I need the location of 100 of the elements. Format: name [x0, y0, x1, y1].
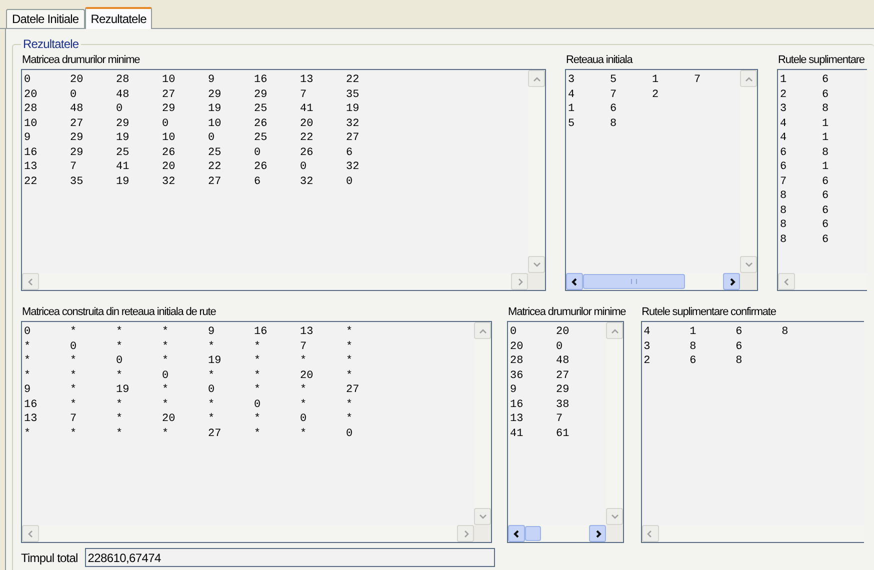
- list-cell-text: 0: [116, 354, 124, 368]
- vertical-scrollbar[interactable]: [528, 70, 545, 273]
- list-cell-text: 1: [652, 73, 660, 88]
- vertical-scrollbar[interactable]: [474, 322, 491, 525]
- list-cell-text: 27: [208, 174, 222, 189]
- list-cell-text: 6: [822, 88, 830, 102]
- list-cell-text: 0: [162, 368, 170, 383]
- list-cell-text: 29: [162, 102, 176, 116]
- list-cell-text: 0: [254, 146, 262, 160]
- list-box[interactable]: 4 1 6 8 3 8 6 2 6 8: [640, 321, 864, 543]
- list-cell-text: 16: [24, 146, 38, 160]
- list-cell-text: *: [300, 426, 308, 441]
- list-label: Matricea drumurilor minime: [508, 305, 626, 319]
- list-cell-text: *: [70, 368, 78, 383]
- list-cell-text: 41: [510, 426, 524, 441]
- list-cell-text: 22: [346, 73, 360, 88]
- list-cell-text: 29: [556, 383, 570, 398]
- list-cell-text: *: [24, 354, 32, 368]
- scroll-up-button[interactable]: [474, 322, 491, 339]
- horizontal-scrollbar[interactable]: [566, 273, 740, 290]
- scroll-down-button[interactable]: [474, 508, 491, 525]
- list-cell-text: 38: [556, 398, 570, 412]
- list-cell-text: *: [254, 426, 262, 441]
- list-cell-text: 4: [644, 325, 652, 340]
- list-cell-text: *: [346, 368, 354, 383]
- total-time-field[interactable]: 228610,67474: [84, 548, 495, 567]
- list-cell-text: 8: [780, 232, 788, 247]
- list-cell-text: 5: [568, 116, 576, 131]
- list-cell-text: *: [254, 383, 262, 398]
- scroll-up-button[interactable]: [740, 70, 757, 87]
- list-cell-text: 0: [346, 426, 354, 441]
- list-cell-text: 29: [116, 116, 130, 131]
- list-cell-text: 41: [300, 102, 314, 116]
- tab[interactable]: Rezultatele: [84, 7, 152, 29]
- scroll-down-button[interactable]: [528, 256, 545, 273]
- list-label: Matricea construita din reteaua initiala de rute: [22, 305, 217, 319]
- list-cell-text: 7: [300, 340, 308, 354]
- scrollbar-corner: [606, 525, 623, 542]
- list-cell-text: 32: [346, 116, 360, 131]
- list-cell-text: 28: [116, 73, 130, 88]
- list-cell-text: 6: [736, 340, 744, 354]
- list-cell-text: 19: [208, 102, 222, 116]
- list-cell-text: 26: [254, 160, 268, 174]
- list-cell-text: 4: [780, 116, 788, 131]
- list-cell-text: 3: [780, 102, 788, 116]
- list-cell-text: 19: [116, 383, 130, 398]
- list-cell-text: 6: [822, 218, 830, 232]
- list-cell-text: 1: [780, 73, 788, 88]
- list-cell-text: 25: [254, 102, 268, 116]
- list-cell-text: 26: [254, 116, 268, 131]
- list-cell-text: *: [300, 383, 308, 398]
- scroll-thumb[interactable]: [525, 526, 541, 541]
- list-cell-text: 4: [568, 88, 576, 102]
- list-cell-text: 0: [162, 116, 170, 131]
- list-cell-text: *: [346, 340, 354, 354]
- list-cell-text: 29: [254, 88, 268, 102]
- list-cell-text: 13: [300, 325, 314, 340]
- list-cell-text: 0: [346, 174, 354, 189]
- list-cell-text: *: [162, 354, 170, 368]
- list-cell-text: 32: [162, 174, 176, 189]
- list-cell-text: *: [208, 340, 216, 354]
- list-cell-text: 25: [254, 131, 268, 146]
- left-arrow-icon: [782, 276, 792, 286]
- list-cell-text: *: [208, 398, 216, 412]
- list-cell-text: 20: [70, 73, 84, 88]
- scroll-right-button[interactable]: [723, 273, 740, 290]
- tab[interactable]: Datele Initiale: [6, 9, 85, 28]
- list-box[interactable]: 0 20 20 0 28 48 36 27 9 29 16 38 13 7 41 61: [507, 321, 624, 543]
- list-cell-text: *: [346, 325, 354, 340]
- list-cell-text: *: [70, 354, 78, 368]
- horizontal-scrollbar[interactable]: [508, 525, 606, 542]
- scroll-thumb[interactable]: [583, 274, 685, 289]
- list-cell-text: 13: [24, 160, 38, 174]
- scroll-left-button[interactable]: [566, 273, 583, 290]
- list-cell-text: *: [346, 412, 354, 426]
- list-cell-text: 20: [510, 340, 524, 354]
- scroll-up-button[interactable]: [606, 322, 623, 339]
- list-cell-text: 48: [70, 102, 84, 116]
- list-cell-text: *: [24, 426, 32, 441]
- list-box[interactable]: 1 6 2 6 3 8 4 1 4 1 6 8 6 1 7 6 8 6 8 6 8 6 8 6: [777, 69, 867, 291]
- list-box[interactable]: 0 20 28 10 9 16 13 22 20 0 48 27 29 29 7 35 28 48 0 29 19 25 41 19 10 27 29 0 10 26 20 32 9 29 19 10 0 25 22 27 16 29 25 26 25 0 26 6 13 7 41 20 22 26 0 32 22 35 19 32 27 6 32 0: [21, 69, 546, 291]
- scroll-left-button[interactable]: [508, 525, 525, 542]
- list-box[interactable]: 3 5 1 7 4 7 2 1 6 5 8: [565, 69, 758, 291]
- list-box[interactable]: 0 * * * 9 16 13 * * 0 * * * * 7 * * * 0 * 19 * * * * * * 0 * * 20 * 9 * 19 * 0 * * 27 16 * * * * 0 * * 13 7 * 20 * * 0 * * * * * 27 * * 0: [21, 321, 492, 543]
- list-cell-text: 41: [116, 160, 130, 174]
- list-cell-text: 10: [162, 73, 176, 88]
- list-cell-text: 10: [162, 131, 176, 146]
- vertical-scrollbar[interactable]: [606, 322, 623, 525]
- list-cell-text: 0: [254, 398, 262, 412]
- list-cell-text: 6: [610, 102, 618, 116]
- list-cell-text: *: [162, 325, 170, 340]
- scroll-up-button[interactable]: [528, 70, 545, 87]
- list-cell-text: 6: [346, 146, 354, 160]
- vertical-scrollbar[interactable]: [740, 70, 757, 273]
- list-cell-text: *: [116, 426, 124, 441]
- list-cell-text: 20: [556, 325, 570, 340]
- group-title: Rezultatele: [22, 36, 80, 53]
- scroll-right-button[interactable]: [589, 525, 606, 542]
- list-cell-text: 8: [822, 102, 830, 116]
- list-label: Reteaua initiala: [566, 53, 634, 67]
